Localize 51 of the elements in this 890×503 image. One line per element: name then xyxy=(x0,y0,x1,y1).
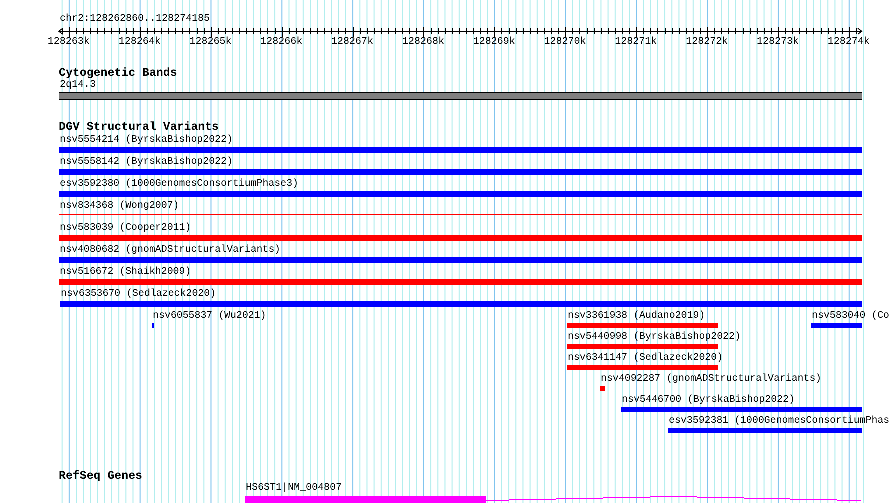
tick-label: 128268k xyxy=(402,37,444,46)
location-text: chr2:128262860..128274185 xyxy=(59,14,212,26)
variant-line[interactable] xyxy=(59,214,862,215)
tick-label: 128274k xyxy=(828,37,870,46)
tick-label: 128271k xyxy=(615,37,658,46)
variant-bar[interactable] xyxy=(59,169,862,175)
variant-label: nsv4092287 (gnomADStructuralVariants) xyxy=(600,373,822,385)
variant-label: nsv6341147 (Sedlazeck2020) xyxy=(567,352,724,364)
variant-label: nsv583039 (Cooper2011) xyxy=(59,222,192,234)
tick-label: 128272k xyxy=(686,37,728,46)
tick-label: 128273k xyxy=(756,37,799,46)
track-title: RefSeq Genes xyxy=(59,470,144,483)
variant-label: nsv834368 (Wong2007) xyxy=(59,200,180,212)
variant-label: esv3592381 (1000GenomesConsortiumPhas xyxy=(668,415,890,427)
variant-label: nsv5446700 (ByrskaBishop2022) xyxy=(621,394,795,406)
variant-label: nsv3361938 (Audano2019) xyxy=(567,310,706,322)
tick-label: 128266k xyxy=(260,37,303,46)
tick-label: 128263k xyxy=(48,37,90,46)
variant-bar[interactable] xyxy=(567,323,718,328)
variant-label: nsv6055837 (Wu2021) xyxy=(152,310,266,322)
variant-bar[interactable] xyxy=(621,407,862,412)
variant-label: esv3592380 (1000GenomesConsortiumPhase3) xyxy=(59,178,299,190)
variant-bar[interactable] xyxy=(59,257,862,263)
variant-bar[interactable] xyxy=(567,344,718,349)
variant-label: nsv5558142 (ByrskaBishop2022) xyxy=(59,156,233,168)
variant-label: nsv516672 (Shaikh2009) xyxy=(59,266,192,278)
variant-label: nsv5440998 (ByrskaBishop2022) xyxy=(567,331,741,343)
variant-bar[interactable] xyxy=(59,147,862,153)
track-title: Cytogenetic Bands xyxy=(59,67,178,80)
variant-bar[interactable] xyxy=(567,365,718,370)
variant-bar[interactable] xyxy=(59,235,862,241)
variant-bar[interactable] xyxy=(668,428,862,433)
cytoband-bar[interactable] xyxy=(59,92,862,100)
variant-label: nsv583040 (Co xyxy=(811,310,890,322)
tick-label: 128264k xyxy=(118,37,161,46)
variant-label: nsv6353670 (Sedlazeck2020) xyxy=(60,288,216,300)
variant-label: nsv4080682 (gnomADStructuralVariants) xyxy=(59,244,281,256)
gene-label: HS6ST1|NM_004807 xyxy=(246,483,342,494)
band-label: 2q14.3 xyxy=(59,80,98,92)
variant-label: nsv5554214 (ByrskaBishop2022) xyxy=(59,134,233,146)
track-title: DGV Structural Variants xyxy=(59,121,220,134)
tick-label: 128265k xyxy=(190,37,232,46)
variant-bar[interactable] xyxy=(59,191,862,197)
tick-label: 128267k xyxy=(332,37,374,46)
variant-bar[interactable] xyxy=(59,279,862,285)
variant-bar[interactable] xyxy=(811,323,862,328)
gene-drawing[interactable] xyxy=(245,496,862,503)
variant-bar[interactable] xyxy=(600,386,605,391)
tick-label: 128270k xyxy=(544,37,586,46)
variant-bar[interactable] xyxy=(60,301,862,307)
tick-label: 128269k xyxy=(473,37,516,46)
